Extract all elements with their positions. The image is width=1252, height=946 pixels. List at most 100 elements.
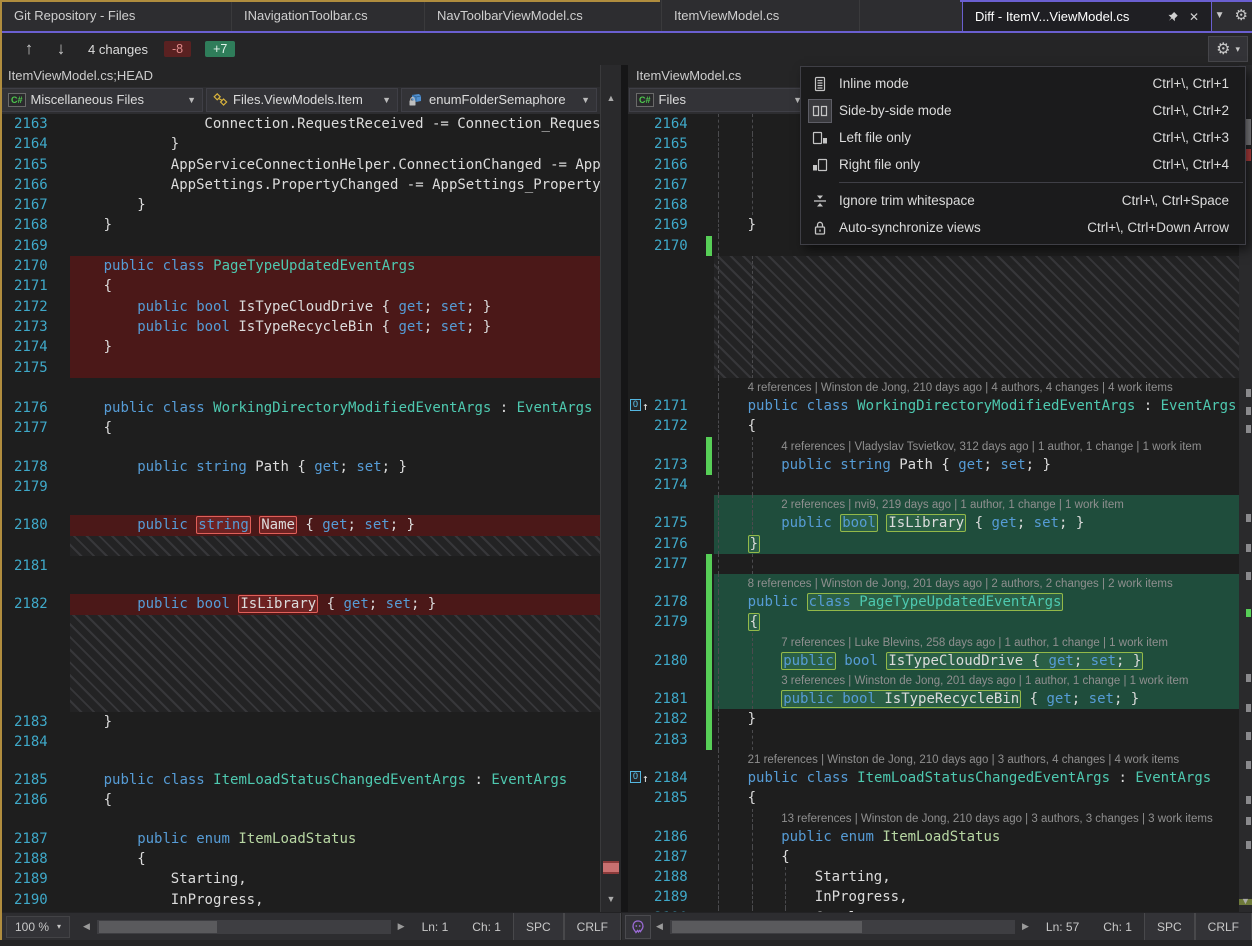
code-content: }: [714, 709, 1239, 729]
line-number: 2179: [650, 612, 706, 632]
hscroll-right-arrow[interactable]: ▶: [393, 921, 410, 932]
encoding-indicator[interactable]: SPC: [513, 913, 564, 940]
hscroll-left-arrow[interactable]: ◀: [78, 921, 95, 932]
code-content: Starting,: [70, 869, 600, 889]
indent-guide: [718, 175, 719, 195]
code-content: }: [714, 534, 1239, 554]
scroll-down-arrow[interactable]: ▼: [1239, 896, 1252, 906]
window-gear-icon[interactable]: ⚙: [1235, 6, 1248, 24]
menu-item-auto-synchronize-views[interactable]: Auto-synchronize viewsCtrl+\, Ctrl+Down …: [801, 214, 1245, 241]
diff-settings-button[interactable]: ⚙ ▾: [1208, 36, 1248, 62]
next-change-button[interactable]: ↓: [48, 39, 74, 59]
line-ending-indicator[interactable]: CRLF: [564, 913, 621, 940]
diff-region-glyph[interactable]: O: [630, 771, 641, 783]
close-tab-button[interactable]: ✕: [1189, 10, 1199, 24]
code-content: public bool IsTypeRecycleBin { get; set;…: [70, 317, 600, 337]
previous-change-button[interactable]: ↑: [16, 39, 42, 59]
tab-3[interactable]: ItemViewModel.cs: [662, 0, 860, 31]
diff-gap-row: [0, 378, 600, 398]
indent-guide: [718, 867, 719, 887]
glyph-margin: O↑: [628, 396, 650, 416]
word-diff-box: public bool IsTypeRecycleBin: [781, 690, 1021, 708]
code-line: 2164}: [0, 134, 600, 154]
project-dropdown[interactable]: C#Miscellaneous Files▼: [1, 88, 203, 112]
code-line: 2191Complete,: [0, 910, 600, 912]
diff-gap-row: [0, 576, 600, 594]
hscroll-right-arrow[interactable]: ▶: [1017, 921, 1034, 932]
indent-guide: [718, 396, 719, 416]
changes-count: 4 changes: [88, 42, 148, 57]
scroll-thumb[interactable]: [672, 921, 862, 933]
left-vertical-scrollbar[interactable]: ▲▼: [600, 65, 621, 912]
glyph-margin: [628, 195, 650, 215]
code-content: public string Path { get; set; }: [714, 455, 1239, 475]
indent-guide: [752, 155, 753, 175]
overview-mark: [1246, 817, 1251, 825]
menu-item-ignore-trim-whitespace[interactable]: Ignore trim whitespaceCtrl+\, Ctrl+Space: [801, 187, 1245, 214]
menu-item-inline-mode[interactable]: Inline modeCtrl+\, Ctrl+1: [801, 70, 1245, 97]
line-indicator[interactable]: Ln: 57: [1034, 920, 1091, 934]
column-indicator[interactable]: Ch: 1: [1091, 920, 1144, 934]
scroll-up-arrow[interactable]: ▲: [601, 93, 621, 103]
tab-2[interactable]: NavToolbarViewModel.cs: [425, 0, 662, 31]
right-file-only-icon: [812, 157, 828, 173]
left-diff-pane: ItemViewModel.cs;HEAD C#Miscellaneous Fi…: [0, 65, 600, 912]
line-number: 2167: [650, 175, 706, 195]
code-content: Complete,: [70, 910, 600, 912]
codelens-info[interactable]: 3 references | Winston de Jong, 201 days…: [714, 672, 1188, 689]
tab-list-chevron-icon[interactable]: ▼: [1215, 10, 1225, 21]
diff-region-glyph[interactable]: O: [630, 399, 641, 411]
line-number: 2165: [0, 155, 70, 175]
overview-mark: [1246, 761, 1251, 769]
menu-item-right-file-only[interactable]: Right file onlyCtrl+\, Ctrl+4: [801, 151, 1245, 178]
tab-active[interactable]: Diff - ItemV...ViewModel.cs✕: [962, 0, 1212, 31]
scroll-thumb[interactable]: [99, 921, 217, 933]
purple-mascot-icon[interactable]: [625, 915, 651, 939]
codelens-info[interactable]: 21 references | Winston de Jong, 210 day…: [714, 751, 1179, 768]
codelens-info[interactable]: 13 references | Winston de Jong, 210 day…: [714, 810, 1213, 827]
tab-0[interactable]: Git Repository - Files: [2, 0, 232, 31]
type-dropdown[interactable]: Files.ViewModels.Item▼: [206, 88, 398, 112]
code-content: }: [70, 215, 600, 235]
codelens-info[interactable]: 4 references | Winston de Jong, 210 days…: [714, 379, 1173, 396]
code-line: 2175: [0, 358, 600, 378]
code-content: 13 references | Winston de Jong, 210 day…: [714, 809, 1239, 827]
line-number: 2174: [650, 475, 706, 495]
encoding-indicator[interactable]: SPC: [1144, 913, 1195, 940]
menu-item-label: Auto-synchronize views: [839, 220, 1087, 235]
chevron-down-icon: ▼: [376, 95, 391, 105]
pin-tab-button[interactable]: [1166, 11, 1179, 23]
column-indicator[interactable]: Ch: 1: [460, 920, 513, 934]
codelens-info[interactable]: 2 references | nvi9, 219 days ago | 1 au…: [714, 496, 1124, 513]
left-horizontal-scrollbar[interactable]: [97, 920, 391, 934]
indent-guide: [718, 592, 719, 612]
menu-item-shortcut: Ctrl+\, Ctrl+4: [1152, 157, 1245, 172]
codelens-info[interactable]: 7 references | Luke Blevins, 258 days ag…: [714, 634, 1168, 651]
scroll-down-arrow[interactable]: ▼: [601, 894, 621, 904]
indent-guide: [718, 534, 719, 554]
code-content: {: [70, 276, 600, 296]
menu-item-side-by-side-mode[interactable]: Side-by-side modeCtrl+\, Ctrl+2: [801, 97, 1245, 124]
tab-1[interactable]: INavigationToolbar.cs: [232, 0, 425, 31]
right-horizontal-scrollbar[interactable]: [670, 920, 1015, 934]
word-diff-box: string: [196, 516, 251, 534]
change-bar-empty: [706, 809, 712, 827]
glyph-margin: [628, 887, 650, 907]
side-by-side-icon: [812, 103, 828, 119]
pin-icon: [1166, 11, 1179, 23]
code-line: 2181public bool IsTypeRecycleBin { get; …: [628, 689, 1239, 709]
menu-item-left-file-only[interactable]: Left file onlyCtrl+\, Ctrl+3: [801, 124, 1245, 151]
code-line: 2170public class PageTypeUpdatedEventArg…: [0, 256, 600, 276]
zoom-level-select[interactable]: 100 % ▾: [6, 916, 70, 938]
hscroll-left-arrow[interactable]: ◀: [651, 921, 668, 932]
codelens-info[interactable]: 4 references | Vladyslav Tsvietkov, 312 …: [714, 438, 1201, 455]
codelens-info[interactable]: 8 references | Winston de Jong, 201 days…: [714, 575, 1173, 592]
member-dropdown[interactable]: enumFolderSemaphore▼: [401, 88, 597, 112]
left-code-editor[interactable]: 2163Connection.RequestReceived -= Connec…: [0, 114, 600, 912]
pane-splitter[interactable]: [621, 65, 628, 912]
code-content: InProgress,: [70, 890, 600, 910]
line-ending-indicator[interactable]: CRLF: [1195, 913, 1252, 940]
change-bar-empty: [706, 215, 712, 235]
project-dropdown[interactable]: C#Files▼: [629, 88, 809, 112]
line-indicator[interactable]: Ln: 1: [410, 920, 461, 934]
